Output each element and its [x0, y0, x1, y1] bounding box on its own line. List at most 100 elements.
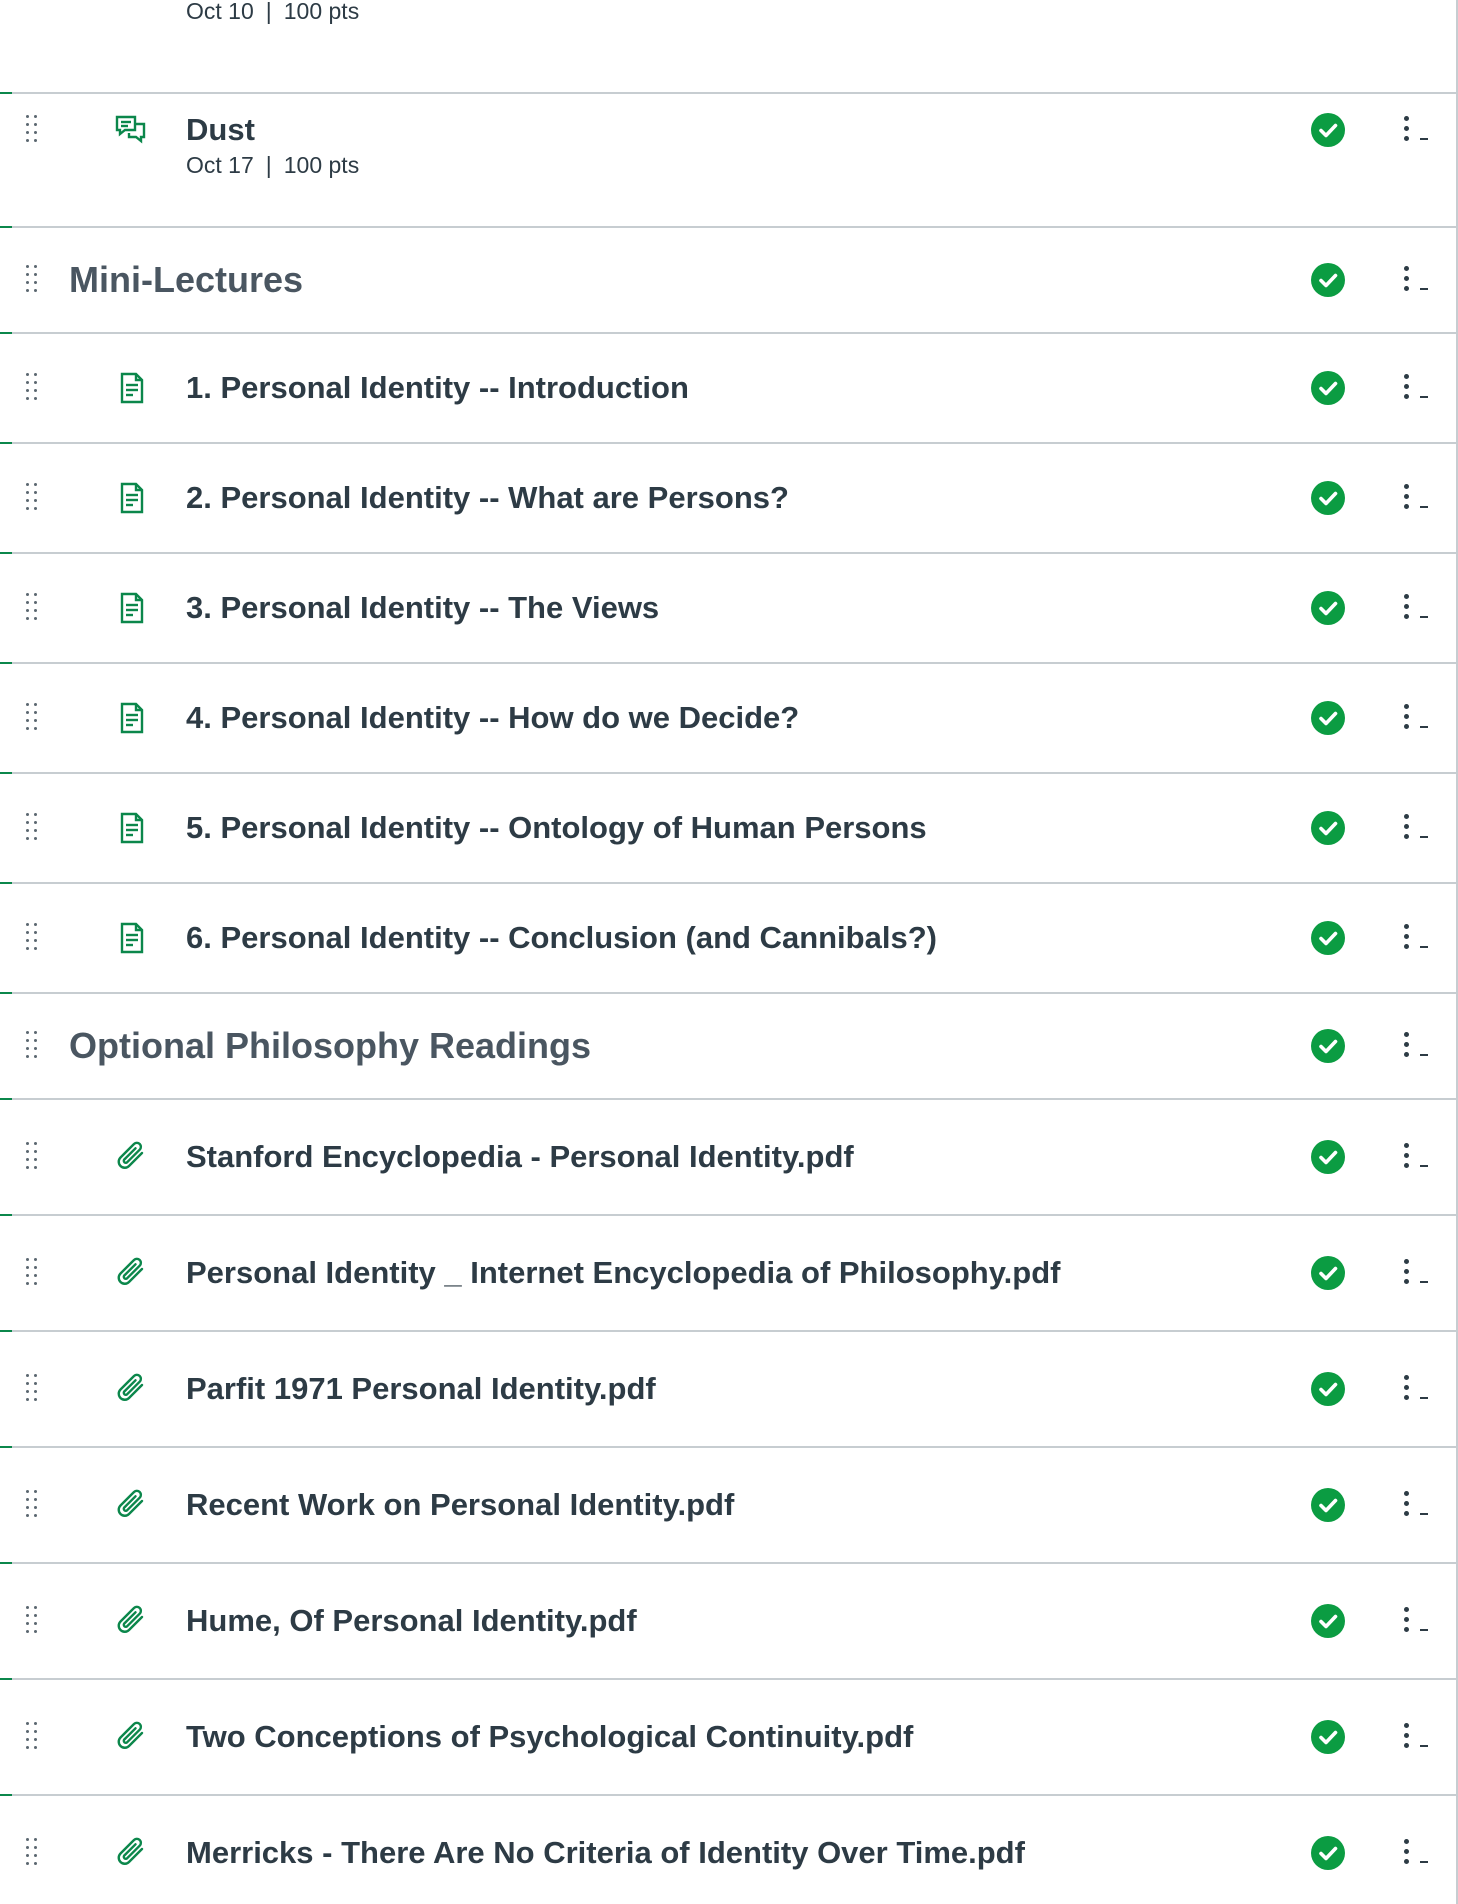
more-options-icon[interactable] [1396, 918, 1436, 954]
module-item[interactable]: Parfit 1971 Personal Identity.pdf [0, 1332, 1456, 1448]
published-check-icon[interactable] [1311, 1488, 1345, 1522]
item-title-link[interactable]: Two Conceptions of Psychological Continu… [186, 1719, 913, 1755]
attachment-icon [117, 1373, 144, 1401]
drag-handle-icon[interactable] [26, 1142, 40, 1172]
more-options-icon[interactable] [1396, 588, 1436, 624]
more-options-icon[interactable] [1396, 1026, 1436, 1062]
item-title-link[interactable]: Stanford Encyclopedia - Personal Identit… [186, 1139, 854, 1175]
published-check-icon[interactable] [1311, 1372, 1345, 1406]
module-item[interactable]: Hume, Of Personal Identity.pdf [0, 1564, 1456, 1680]
details-separator: | [265, 0, 272, 24]
more-options-icon[interactable] [1396, 1137, 1436, 1173]
item-title-link[interactable]: Dust [186, 112, 255, 148]
more-options-icon[interactable] [1396, 260, 1436, 296]
item-title-link[interactable]: 6. Personal Identity -- Conclusion (and … [186, 920, 937, 956]
more-options-icon[interactable] [1396, 368, 1436, 404]
item-title-link[interactable]: Recent Work on Personal Identity.pdf [186, 1487, 734, 1523]
published-check-icon[interactable] [1311, 1029, 1345, 1063]
page-icon [114, 920, 150, 956]
published-check-icon[interactable] [1311, 481, 1345, 515]
drag-handle-icon[interactable] [26, 1258, 40, 1288]
attachment-icon [114, 1371, 150, 1407]
module-item[interactable]: Personal Identity _ Internet Encyclopedi… [0, 1216, 1456, 1332]
page-icon [120, 592, 144, 624]
published-check-icon[interactable] [1311, 701, 1345, 735]
drag-handle-icon[interactable] [26, 1490, 40, 1520]
published-check-icon[interactable] [1311, 1836, 1345, 1870]
module-item[interactable]: Two Conceptions of Psychological Continu… [0, 1680, 1456, 1796]
published-check-icon[interactable] [1311, 591, 1345, 625]
item-title-link[interactable]: 4. Personal Identity -- How do we Decide… [186, 700, 799, 736]
published-check-icon[interactable] [1311, 1140, 1345, 1174]
module-item[interactable]: 4. Personal Identity -- How do we Decide… [0, 664, 1456, 774]
item-title-link[interactable]: 3. Personal Identity -- The Views [186, 590, 659, 626]
module-item[interactable]: Stanford Encyclopedia - Personal Identit… [0, 1100, 1456, 1216]
published-check-icon[interactable] [1311, 1604, 1345, 1638]
published-check-icon[interactable] [1311, 371, 1345, 405]
more-options-icon[interactable] [1396, 1485, 1436, 1521]
attachment-icon [114, 1719, 150, 1755]
more-options-icon[interactable] [1396, 698, 1436, 734]
published-check-icon[interactable] [1311, 1720, 1345, 1754]
published-check-icon[interactable] [1311, 263, 1345, 297]
module-header[interactable]: Optional Philosophy Readings [0, 994, 1456, 1100]
page-icon [114, 810, 150, 846]
more-options-icon[interactable] [1396, 1833, 1436, 1869]
points-possible: 100 pts [283, 0, 360, 24]
attachment-icon [114, 1255, 150, 1291]
item-title-link[interactable]: Hume, Of Personal Identity.pdf [186, 1603, 637, 1639]
more-options-icon[interactable] [1396, 478, 1436, 514]
attachment-icon [114, 1835, 150, 1871]
page-icon [120, 702, 144, 734]
drag-handle-icon[interactable] [26, 703, 40, 733]
item-title-link[interactable]: 1. Personal Identity -- Introduction [186, 370, 689, 406]
due-date: Oct 17 [186, 152, 254, 178]
more-options-icon[interactable] [1396, 1717, 1436, 1753]
attachment-icon [117, 1141, 144, 1169]
drag-handle-icon[interactable] [26, 265, 40, 295]
more-options-icon[interactable] [1396, 1601, 1436, 1637]
published-check-icon[interactable] [1311, 811, 1345, 845]
module-item[interactable]: Oct 10 | 100 pts [0, 0, 1456, 94]
more-options-icon[interactable] [1396, 808, 1436, 844]
item-title-link[interactable]: 2. Personal Identity -- What are Persons… [186, 480, 789, 516]
module-item[interactable]: Dust Oct 17 | 100 pts [0, 94, 1456, 228]
published-check-icon[interactable] [1311, 921, 1345, 955]
drag-handle-icon[interactable] [26, 373, 40, 403]
module-item[interactable]: Recent Work on Personal Identity.pdf [0, 1448, 1456, 1564]
module-header[interactable]: Mini-Lectures [0, 228, 1456, 334]
module-item[interactable]: 2. Personal Identity -- What are Persons… [0, 444, 1456, 554]
drag-handle-icon[interactable] [26, 593, 40, 623]
page-icon [120, 372, 144, 404]
item-details: Oct 17 | 100 pts [186, 152, 359, 179]
module-item[interactable]: 3. Personal Identity -- The Views [0, 554, 1456, 664]
details-separator: | [265, 152, 272, 178]
page-icon [120, 922, 144, 954]
drag-handle-icon[interactable] [26, 483, 40, 513]
item-title-link[interactable]: Personal Identity _ Internet Encyclopedi… [186, 1255, 1060, 1291]
published-check-icon[interactable] [1311, 113, 1345, 147]
drag-handle-icon[interactable] [26, 1031, 40, 1061]
more-options-icon[interactable] [1396, 1369, 1436, 1405]
drag-handle-icon[interactable] [26, 1606, 40, 1636]
drag-handle-icon[interactable] [26, 1722, 40, 1752]
attachment-icon [117, 1837, 144, 1865]
module-title: Optional Philosophy Readings [69, 1025, 592, 1066]
more-options-icon[interactable] [1396, 110, 1436, 146]
drag-handle-icon[interactable] [26, 923, 40, 953]
module-item[interactable]: Merricks - There Are No Criteria of Iden… [0, 1796, 1456, 1904]
module-item[interactable]: 1. Personal Identity -- Introduction [0, 334, 1456, 444]
drag-handle-icon[interactable] [26, 1374, 40, 1404]
item-details: Oct 10 | 100 pts [186, 0, 359, 25]
item-title-link[interactable]: Parfit 1971 Personal Identity.pdf [186, 1371, 656, 1407]
module-item[interactable]: 6. Personal Identity -- Conclusion (and … [0, 884, 1456, 994]
more-options-icon[interactable] [1396, 1253, 1436, 1289]
item-title-link[interactable]: Merricks - There Are No Criteria of Iden… [186, 1835, 1025, 1871]
drag-handle-icon[interactable] [26, 1838, 40, 1868]
drag-handle-icon[interactable] [26, 115, 40, 145]
item-title-link[interactable]: 5. Personal Identity -- Ontology of Huma… [186, 810, 927, 846]
published-check-icon[interactable] [1311, 1256, 1345, 1290]
attachment-icon [117, 1605, 144, 1633]
drag-handle-icon[interactable] [26, 813, 40, 843]
module-item[interactable]: 5. Personal Identity -- Ontology of Huma… [0, 774, 1456, 884]
